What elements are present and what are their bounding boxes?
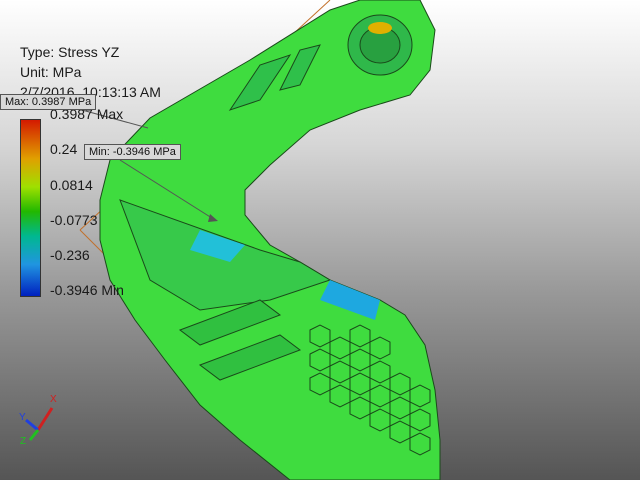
x-axis-icon xyxy=(36,407,54,431)
min-probe-label[interactable]: Min: -0.3946 MPa xyxy=(84,144,181,160)
stress-color-legend xyxy=(20,119,41,297)
legend-tick: -0.236 xyxy=(50,247,90,263)
legend-tick: 0.0814 xyxy=(50,177,93,193)
legend-min-label: -0.3946 Min xyxy=(50,282,124,298)
result-type: Type: Stress YZ xyxy=(20,44,120,60)
view-triad[interactable]: X Y Z xyxy=(18,390,68,446)
y-axis-icon xyxy=(25,418,39,432)
legend-tick: 0.24 xyxy=(50,141,78,157)
x-axis-label: X xyxy=(50,394,57,405)
max-probe-label[interactable]: Max: 0.3987 MPa xyxy=(0,94,97,110)
y-axis-label: Y xyxy=(19,412,26,423)
result-unit: Unit: MPa xyxy=(20,64,82,80)
legend-tick: -0.0773 xyxy=(50,212,98,228)
3d-viewport[interactable]: Type: Stress YZ Unit: MPa 2/7/2016, 10:1… xyxy=(0,0,640,480)
stress-model[interactable] xyxy=(0,0,640,480)
z-axis-label: Z xyxy=(20,436,26,446)
stress-hotspot xyxy=(368,22,392,34)
z-axis-icon xyxy=(28,429,40,441)
